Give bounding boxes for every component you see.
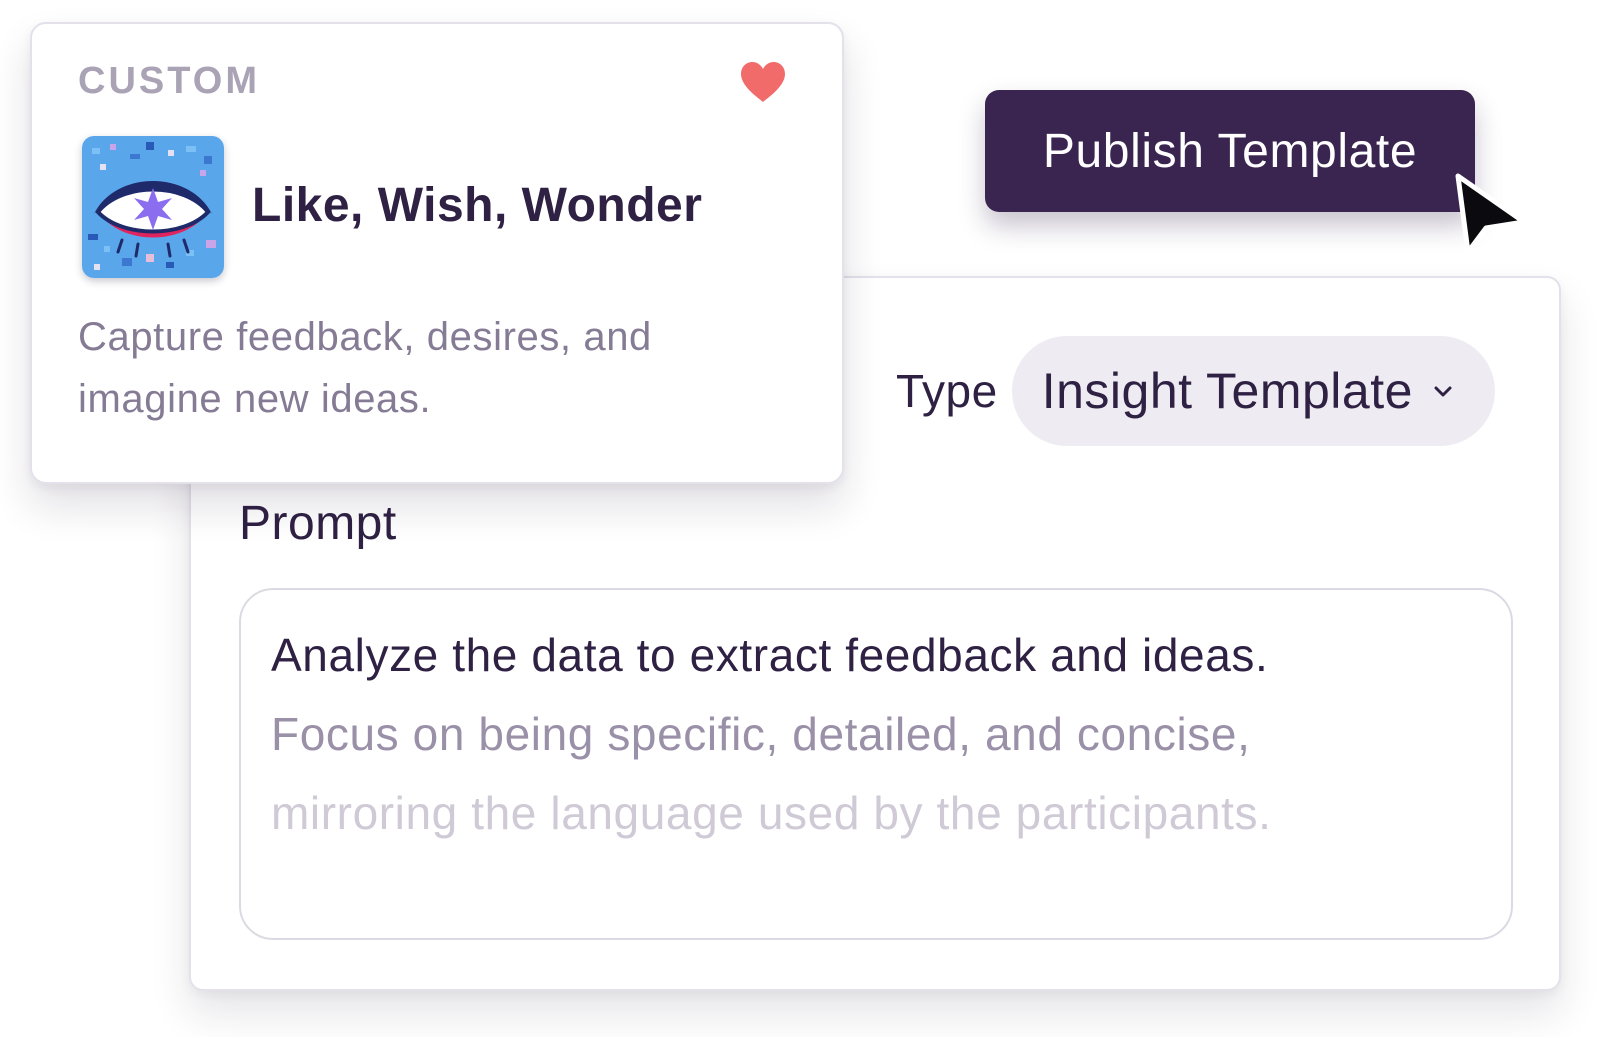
prompt-line: Focus on being specific, detailed, and c… bbox=[271, 708, 1251, 760]
prompt-label: Prompt bbox=[239, 497, 397, 550]
heart-icon[interactable] bbox=[738, 60, 788, 104]
prompt-line: Analyze the data to extract feedback and… bbox=[271, 629, 1269, 681]
type-row: Type Insight Template bbox=[896, 336, 1495, 446]
template-card[interactable]: CUSTOM Like, Wish, Wonder Capture feedba… bbox=[30, 22, 844, 484]
chevron-down-icon bbox=[1431, 379, 1455, 403]
type-dropdown[interactable]: Insight Template bbox=[1011, 336, 1495, 446]
type-dropdown-value: Insight Template bbox=[1041, 363, 1413, 419]
prompt-textarea[interactable]: Analyze the data to extract feedback and… bbox=[239, 588, 1513, 940]
card-description: Capture feedback, desires, and imagine n… bbox=[78, 315, 652, 421]
eye-icon bbox=[82, 136, 224, 278]
canvas: Type Insight Template Prompt Analyze the… bbox=[0, 0, 1600, 1037]
card-title: Like, Wish, Wonder bbox=[252, 179, 703, 232]
prompt-line: mirroring the language used by the parti… bbox=[271, 787, 1272, 839]
type-label: Type bbox=[896, 365, 998, 417]
mouse-cursor-icon bbox=[1455, 173, 1527, 255]
publish-template-button[interactable]: Publish Template bbox=[985, 90, 1475, 212]
card-tag: CUSTOM bbox=[78, 60, 260, 102]
